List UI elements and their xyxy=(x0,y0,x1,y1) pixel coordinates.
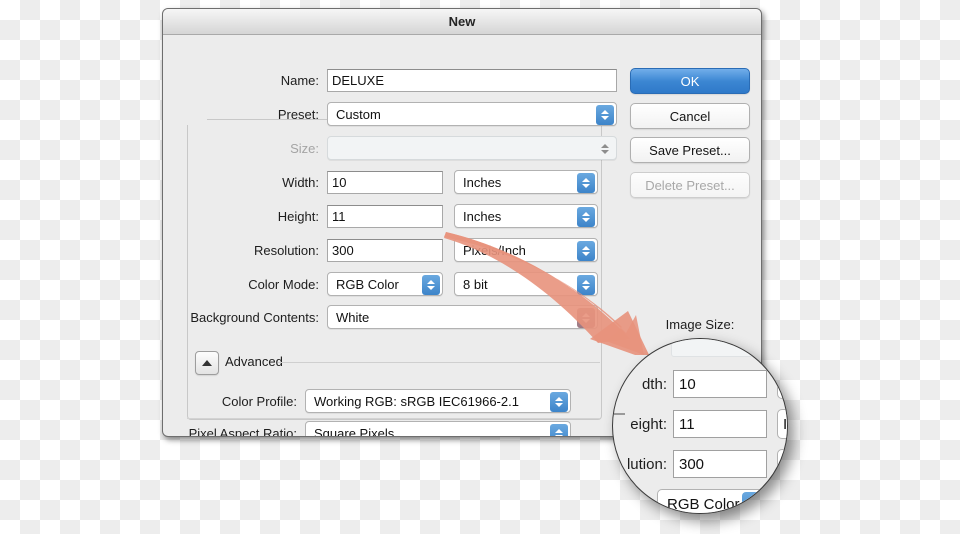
preset-select[interactable]: Custom xyxy=(327,102,617,126)
background-contents-label: Background Contents: xyxy=(190,309,319,325)
magnified-width-unit[interactable]: Inch xyxy=(777,369,787,399)
save-preset-button[interactable]: Save Preset... xyxy=(630,137,750,163)
height-input[interactable]: 11 xyxy=(327,204,443,228)
color-depth-select[interactable]: 8 bit xyxy=(454,272,598,296)
name-row: Name: DELUXE xyxy=(187,69,617,92)
resolution-unit-value: Pixels/Inch xyxy=(463,242,526,258)
size-label: Size: xyxy=(290,140,319,156)
cancel-button[interactable]: Cancel xyxy=(630,103,750,129)
magnified-color-depth[interactable]: 8 b xyxy=(777,489,787,513)
image-size-label: Image Size: xyxy=(665,317,735,332)
magnified-color-mode-select[interactable]: RGB Color xyxy=(657,489,767,513)
height-label: Height: xyxy=(277,208,319,224)
magnified-resolution-label: lution: xyxy=(626,455,667,473)
magnified-resolution-input[interactable]: 300 xyxy=(673,450,767,478)
dialog-title: New xyxy=(448,14,476,29)
magnified-size-field xyxy=(671,339,787,357)
color-mode-row: Color Mode: RGB Color 8 bit xyxy=(187,272,598,296)
magnified-width-row: dth: 10 Inch xyxy=(613,369,787,399)
magnified-resolution-unit[interactable]: Pixels xyxy=(777,449,787,479)
section-separator xyxy=(187,418,600,419)
chevron-up-down-icon xyxy=(596,105,614,125)
chevron-up-down-icon xyxy=(550,424,568,436)
height-row: Height: 11 Inches xyxy=(187,204,598,228)
advanced-label: Advanced xyxy=(225,354,283,369)
color-mode-value: RGB Color xyxy=(336,276,399,292)
magnified-color-mode-row: ode: RGB Color 8 b xyxy=(613,489,787,513)
magnifier-circle: dth: 10 Inch eight: 11 Inches lution: 30… xyxy=(612,338,788,514)
advanced-disclosure-button[interactable] xyxy=(195,351,219,375)
magnifier-content: dth: 10 Inch eight: 11 Inches lution: 30… xyxy=(613,339,787,513)
chevron-up-down-icon xyxy=(577,275,595,295)
magnified-color-mode-value: RGB Color xyxy=(667,495,740,513)
chevron-up-down-icon xyxy=(577,173,595,193)
magnified-width-label: dth: xyxy=(641,375,667,393)
resolution-input[interactable]: 300 xyxy=(327,238,443,262)
magnified-height-label: eight: xyxy=(630,415,667,433)
size-row: Size: xyxy=(187,136,617,160)
resolution-unit-select[interactable]: Pixels/Inch xyxy=(454,238,598,262)
color-mode-label: Color Mode: xyxy=(248,276,319,292)
ok-button[interactable]: OK xyxy=(630,68,750,94)
background-contents-select[interactable]: White xyxy=(327,305,598,329)
width-row: Width: 10 Inches xyxy=(187,170,598,194)
color-profile-row: Color Profile: Working RGB: sRGB IEC6196… xyxy=(187,389,571,413)
magnified-resolution-row: lution: 300 Pixels xyxy=(613,449,787,479)
name-label: Name: xyxy=(280,73,319,88)
chevron-up-down-icon xyxy=(577,207,595,227)
pixel-aspect-ratio-value: Square Pixels xyxy=(314,425,395,437)
resolution-label: Resolution: xyxy=(253,242,319,258)
magnified-height-row: eight: 11 Inches xyxy=(613,409,787,439)
color-profile-value: Working RGB: sRGB IEC61966-2.1 xyxy=(314,393,519,409)
size-select[interactable] xyxy=(327,136,617,160)
width-input[interactable]: 10 xyxy=(327,170,443,194)
color-depth-value: 8 bit xyxy=(463,276,488,292)
magnified-color-mode-label: ode: xyxy=(621,495,651,513)
resolution-row: Resolution: 300 Pixels/Inch xyxy=(187,238,598,262)
color-profile-select[interactable]: Working RGB: sRGB IEC61966-2.1 xyxy=(305,389,571,413)
chevron-up-down-icon xyxy=(577,241,595,261)
preset-group-box xyxy=(187,119,602,420)
preset-select-value: Custom xyxy=(336,106,381,122)
pixel-aspect-ratio-select[interactable]: Square Pixels xyxy=(305,421,571,437)
pixel-aspect-ratio-label: Pixel Aspect Ratio: xyxy=(188,425,297,437)
background-contents-value: White xyxy=(336,309,370,325)
delete-preset-button[interactable]: Delete Preset... xyxy=(630,172,750,198)
pixel-aspect-ratio-row: Pixel Aspect Ratio: Square Pixels xyxy=(177,421,571,437)
advanced-divider xyxy=(278,362,600,363)
magnified-width-input[interactable]: 10 xyxy=(673,370,767,398)
name-input[interactable]: DELUXE xyxy=(327,69,617,92)
chevron-up-down-icon xyxy=(577,308,595,328)
width-unit-value: Inches xyxy=(463,174,502,190)
chevron-up-down-icon xyxy=(742,492,764,513)
width-label: Width: xyxy=(282,174,319,190)
chevron-up-down-icon xyxy=(596,139,614,159)
preset-row: Preset: Custom xyxy=(187,102,617,126)
preset-label: Preset: xyxy=(277,106,319,122)
dialog-titlebar: New xyxy=(163,9,761,35)
chevron-up-down-icon xyxy=(550,392,568,412)
height-unit-select[interactable]: Inches xyxy=(454,204,598,228)
color-profile-label: Color Profile: xyxy=(221,393,297,409)
triangle-up-icon xyxy=(202,360,212,366)
width-unit-select[interactable]: Inches xyxy=(454,170,598,194)
color-mode-select[interactable]: RGB Color xyxy=(327,272,443,296)
chevron-up-down-icon xyxy=(422,275,440,295)
height-unit-value: Inches xyxy=(463,208,502,224)
magnified-height-input[interactable]: 11 xyxy=(673,410,767,438)
magnified-height-unit[interactable]: Inches xyxy=(777,409,787,439)
background-contents-row: Background Contents: White xyxy=(177,305,598,329)
